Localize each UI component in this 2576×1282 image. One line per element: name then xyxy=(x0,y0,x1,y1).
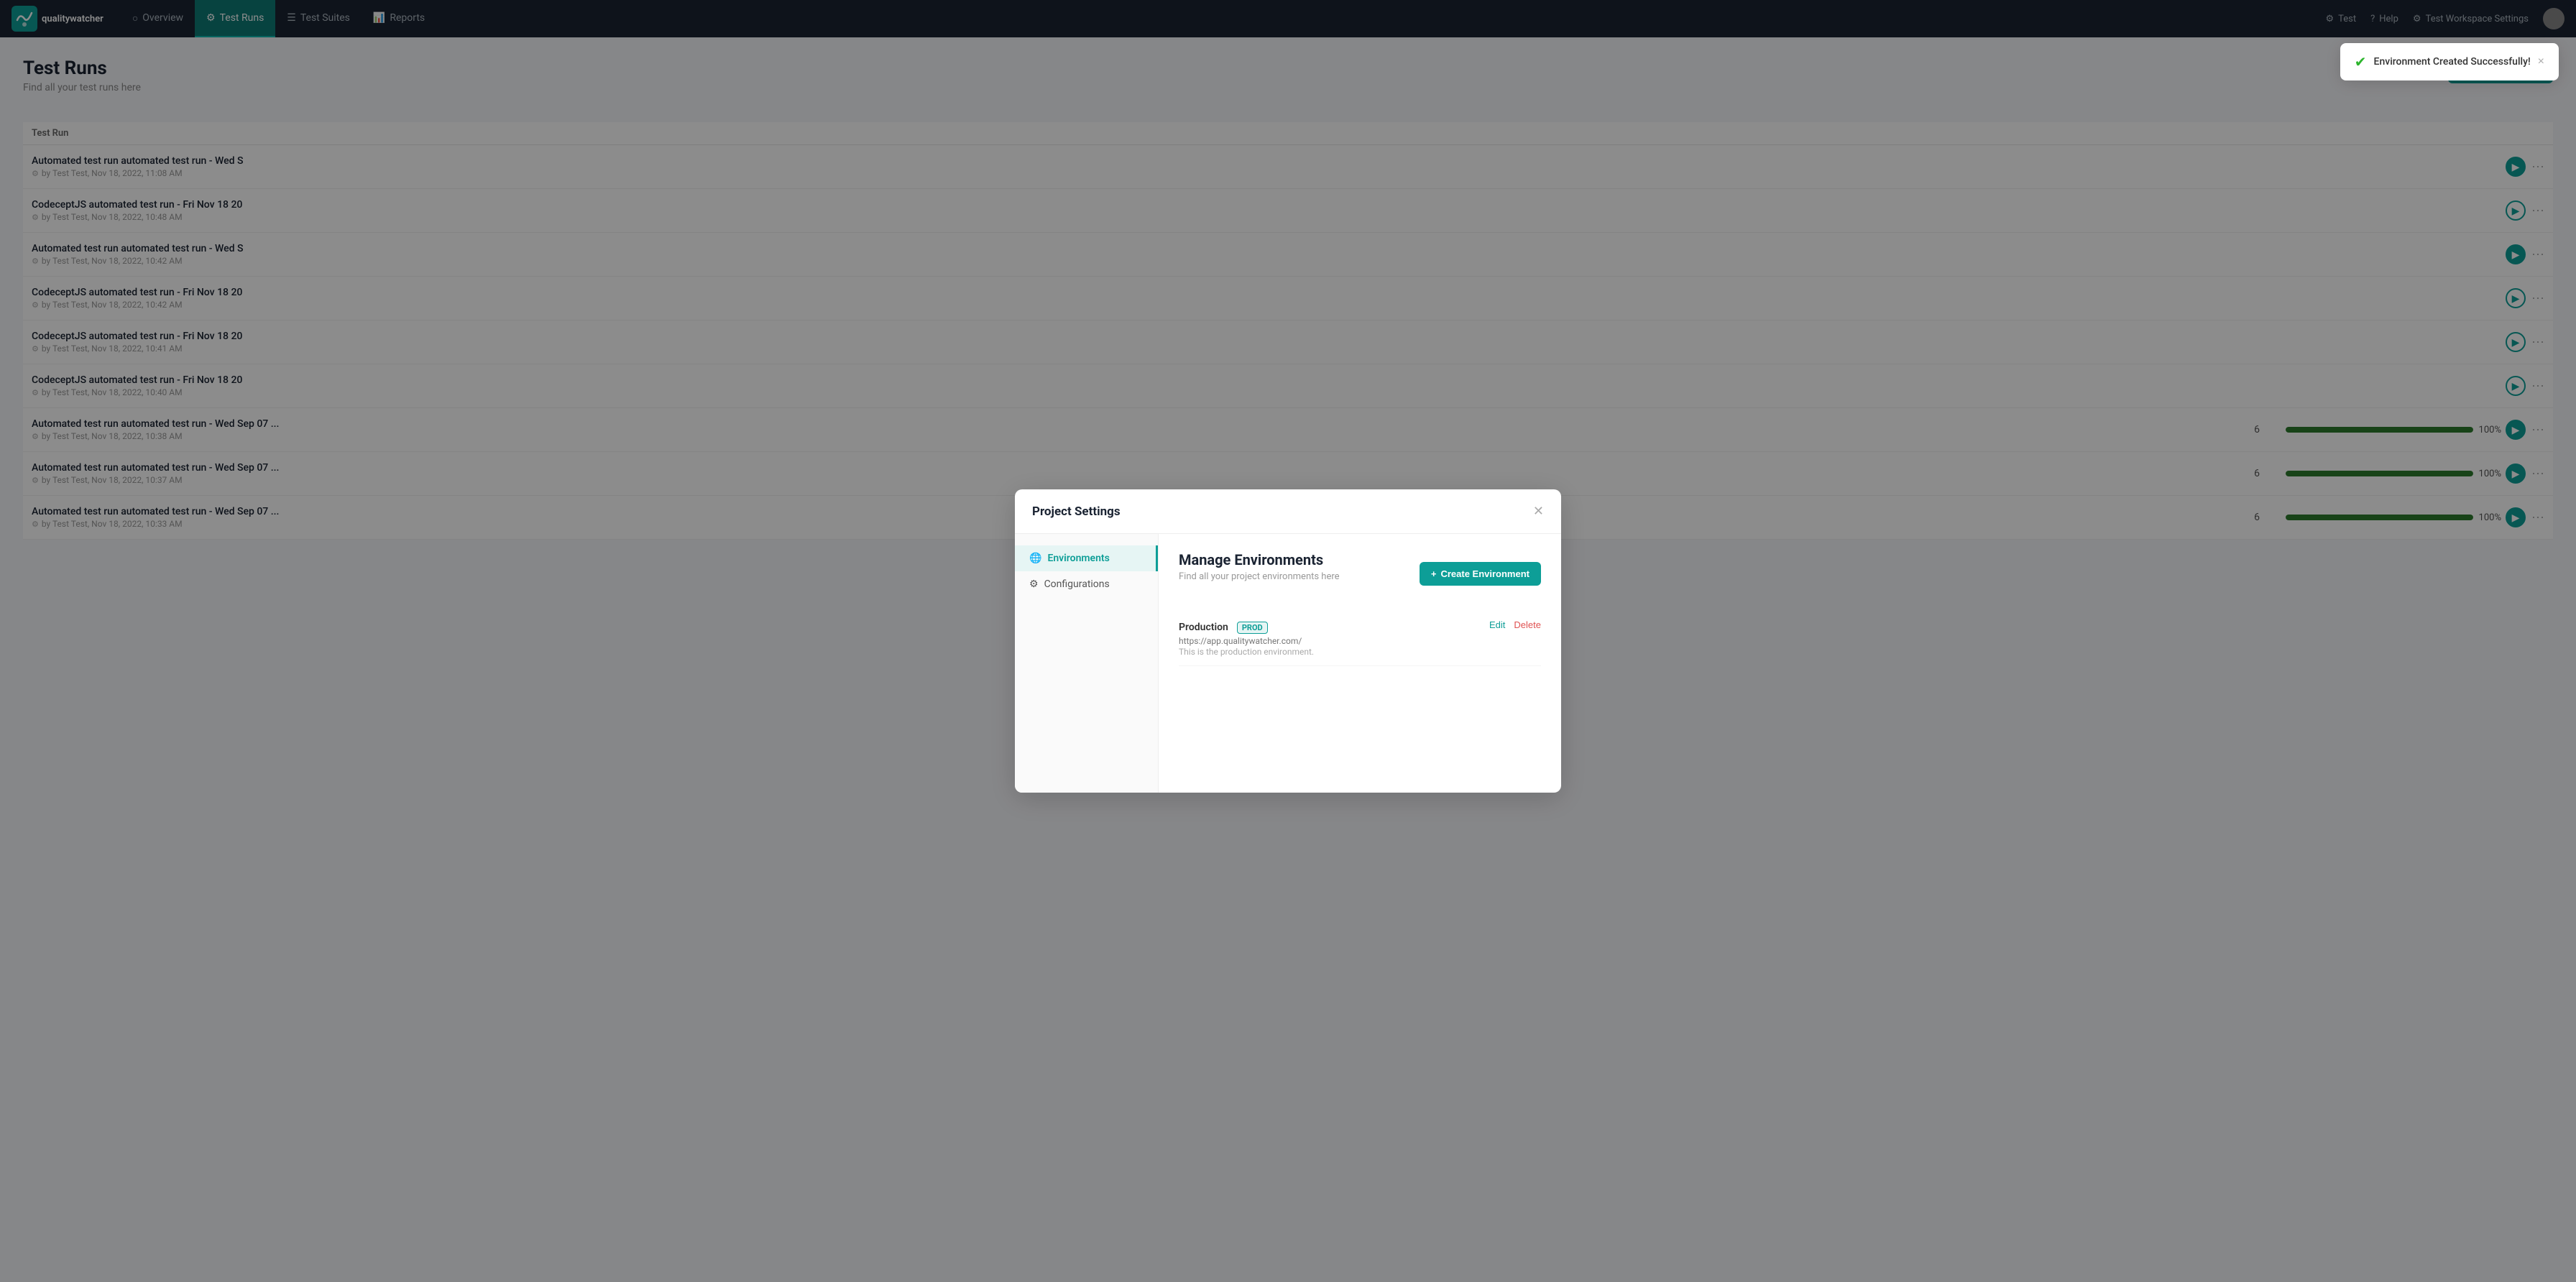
toast-close-button[interactable]: × xyxy=(2538,55,2544,68)
env-info: Production PROD https://app.qualitywatch… xyxy=(1179,619,1314,657)
sidebar-environments-label: Environments xyxy=(1047,553,1109,564)
modal-title: Project Settings xyxy=(1032,504,1121,519)
toast-message: Environment Created Successfully! xyxy=(2374,56,2531,68)
modal-header: Project Settings ✕ xyxy=(1015,489,1561,534)
env-name-wrap: Production PROD xyxy=(1179,619,1314,634)
create-environment-button[interactable]: + Create Environment xyxy=(1420,562,1541,586)
environment-row: Production PROD https://app.qualitywatch… xyxy=(1179,611,1541,666)
env-delete-button[interactable]: Delete xyxy=(1514,619,1541,630)
project-settings-modal: Project Settings ✕ 🌐 Environments ⚙ Conf… xyxy=(1015,489,1561,793)
toast-notification: ✔ Environment Created Successfully! × xyxy=(2340,43,2559,80)
sidebar-item-configurations[interactable]: ⚙ Configurations xyxy=(1015,571,1158,597)
env-name: Production xyxy=(1179,622,1228,633)
sidebar-configurations-label: Configurations xyxy=(1044,578,1110,590)
env-badge: PROD xyxy=(1237,622,1268,634)
env-url: https://app.qualitywatcher.com/ xyxy=(1179,636,1314,646)
env-actions: Edit Delete xyxy=(1489,619,1541,630)
modal-sidebar: 🌐 Environments ⚙ Configurations xyxy=(1015,534,1159,793)
modal-close-button[interactable]: ✕ xyxy=(1533,504,1544,519)
modal-overlay[interactable]: Project Settings ✕ 🌐 Environments ⚙ Conf… xyxy=(0,0,2576,1282)
config-icon: ⚙ xyxy=(1029,578,1039,590)
env-note: This is the production environment. xyxy=(1179,647,1314,657)
env-edit-button[interactable]: Edit xyxy=(1489,619,1505,630)
modal-main: Manage Environments Find all your projec… xyxy=(1159,534,1561,793)
create-env-label: Create Environment xyxy=(1440,568,1530,579)
sidebar-item-environments[interactable]: 🌐 Environments xyxy=(1015,545,1158,571)
modal-main-header: Manage Environments Find all your projec… xyxy=(1179,551,1541,596)
toast-success-icon: ✔ xyxy=(2355,53,2367,70)
modal-main-title: Manage Environments xyxy=(1179,551,1340,568)
environments-list: Production PROD https://app.qualitywatch… xyxy=(1179,611,1541,666)
env-icon: 🌐 xyxy=(1029,553,1041,564)
modal-body: 🌐 Environments ⚙ Configurations Manage E… xyxy=(1015,534,1561,793)
create-env-plus-icon: + xyxy=(1431,568,1437,579)
modal-main-desc: Find all your project environments here xyxy=(1179,571,1340,582)
